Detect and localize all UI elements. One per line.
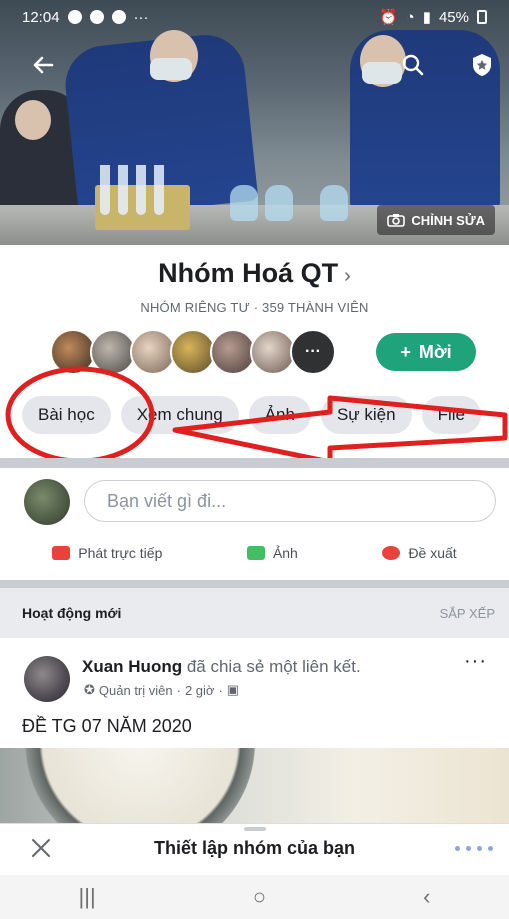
group-name[interactable]: Nhóm Hoá QT › <box>0 258 509 289</box>
signal-icon: ▮ <box>422 9 431 26</box>
section-divider <box>0 458 509 468</box>
progress-dot <box>466 846 471 851</box>
post-options-button[interactable]: ··· <box>464 650 487 673</box>
edit-cover-label: CHỈNH SỬA <box>411 212 485 228</box>
battery-icon <box>477 10 487 24</box>
tab-watch-together[interactable]: Xem chung <box>120 396 239 434</box>
sheet-title: Thiết lập nhóm của bạn <box>153 838 355 858</box>
plus-icon: + <box>400 341 411 362</box>
progress-dots <box>455 846 493 851</box>
post-action: đã chia sẻ một liên kết. <box>186 657 361 676</box>
edit-cover-button[interactable]: CHỈNH SỬA <box>377 205 495 235</box>
cover-test-tube <box>136 165 146 215</box>
cover-mask <box>150 58 192 80</box>
member-avatars[interactable]: ··· <box>50 329 336 375</box>
post-composer-input[interactable]: Bạn viết gì đi... <box>84 480 496 522</box>
group-name-text: Nhóm Hoá QT <box>158 258 339 288</box>
cover-flask <box>265 185 293 221</box>
feed-title: Hoạt động mới <box>22 605 122 621</box>
status-bar: 12:04 ··· ⏰ ◔ ▮ 45% <box>0 0 509 34</box>
sheet-drag-handle[interactable] <box>244 827 266 831</box>
alarm-icon: ⏰ <box>378 9 398 26</box>
photo-button[interactable]: Ảnh <box>246 545 298 561</box>
chevron-right-icon: › <box>344 265 351 287</box>
cover-head <box>15 100 51 140</box>
system-nav-bar: ||| ○ ‹ <box>0 875 509 919</box>
cover-test-tube <box>154 165 164 215</box>
recommend-icon <box>382 546 401 560</box>
post-text: ĐỀ TG 07 NĂM 2020 <box>22 716 192 736</box>
feed-header: Hoạt động mới SẮP XẾP <box>0 588 509 638</box>
group-audience-icon: ▣ <box>226 682 240 697</box>
tab-files[interactable]: File <box>421 396 481 434</box>
tab-lessons[interactable]: Bài học <box>22 396 111 434</box>
recommend-button[interactable]: Đề xuất <box>382 545 457 561</box>
admin-shield-icon[interactable] <box>465 48 499 82</box>
composer-actions: Phát trực tiếp Ảnh Đề xuất <box>0 545 509 561</box>
live-video-label: Phát trực tiếp <box>78 545 163 561</box>
photo-icon <box>246 546 265 560</box>
group-setup-sheet[interactable]: Thiết lập nhóm của bạn <box>0 823 509 875</box>
back-arrow-icon[interactable] <box>26 48 60 82</box>
photo-label: Ảnh <box>272 545 298 561</box>
avatar[interactable] <box>24 656 70 702</box>
recommend-label: Đề xuất <box>408 545 457 561</box>
tab-events[interactable]: Sự kiện <box>320 396 412 434</box>
group-tabs: Bài học Xem chung Ảnh Sự kiện File <box>22 396 481 434</box>
invite-label: Mời <box>418 341 452 362</box>
cover-flask <box>320 185 348 221</box>
messenger-notification-icon <box>89 10 104 24</box>
admin-badge-icon: ✪ <box>84 682 95 697</box>
more-notifications-icon: ··· <box>133 8 149 26</box>
sort-button[interactable]: SẮP XẾP <box>440 606 495 621</box>
home-icon[interactable]: ○ <box>253 884 266 910</box>
tab-photos[interactable]: Ảnh <box>248 396 311 434</box>
live-video-button[interactable]: Phát trực tiếp <box>52 545 162 561</box>
cover-test-tube <box>118 165 128 215</box>
post-role: Quản trị viên <box>98 682 173 698</box>
more-members-avatar[interactable]: ··· <box>290 329 336 375</box>
progress-dot <box>455 846 460 851</box>
section-divider <box>0 580 509 588</box>
camera-icon <box>387 214 406 227</box>
link-preview-image[interactable]: 6 <box>0 748 509 823</box>
back-icon[interactable]: ‹ <box>423 884 430 910</box>
meta-separator: · <box>176 682 181 698</box>
cover-test-tube <box>100 165 110 215</box>
cover-flask <box>230 185 258 221</box>
battery-percent: 45% <box>438 8 469 26</box>
avatar[interactable] <box>24 479 70 525</box>
group-meta[interactable]: NHÓM RIÊNG TƯ · 359 THÀNH VIÊN <box>0 300 509 315</box>
recent-apps-icon[interactable]: ||| <box>79 884 96 910</box>
clock-image: 6 <box>25 748 255 823</box>
facebook-notification-icon <box>67 10 82 24</box>
messenger-notification-icon <box>111 10 126 24</box>
post-time[interactable]: 2 giờ <box>185 683 215 698</box>
invite-button[interactable]: + Mời <box>376 333 476 371</box>
meta-separator: · <box>218 682 223 698</box>
progress-dot <box>488 846 493 851</box>
status-time: 12:04 <box>22 8 60 26</box>
post-author[interactable]: Xuan Huong <box>82 657 182 676</box>
post-header: Xuan Huong đã chia sẻ một liên kết. <box>82 657 361 677</box>
post-meta: ✪ Quản trị viên · 2 giờ · ▣ <box>84 682 239 698</box>
search-icon[interactable] <box>396 48 430 82</box>
video-icon <box>52 546 71 560</box>
progress-dot <box>477 846 482 851</box>
wifi-icon: ◔ <box>405 8 415 26</box>
more-members-label: ··· <box>305 343 321 360</box>
